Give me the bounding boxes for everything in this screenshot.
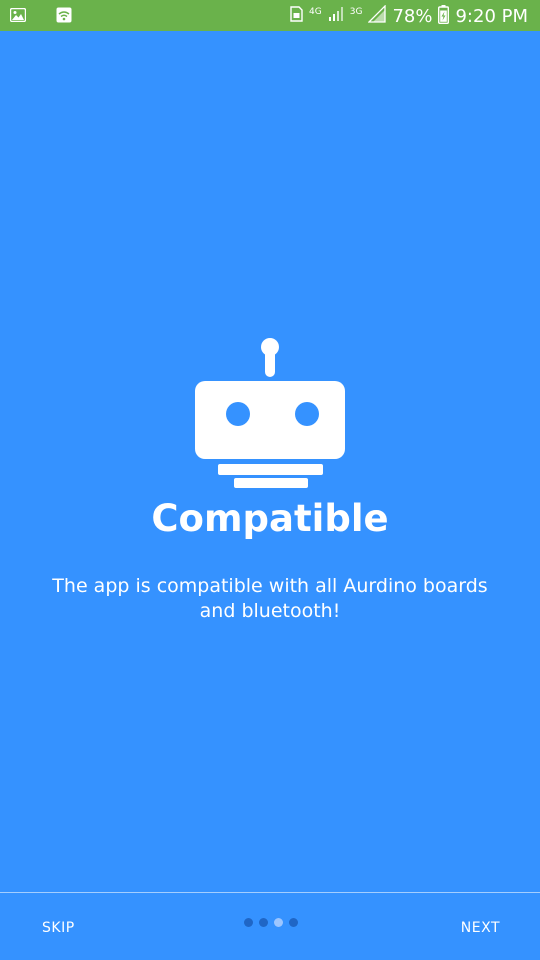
page-dot-2 — [259, 918, 268, 927]
next-button[interactable]: NEXT — [461, 920, 500, 936]
footer-divider — [0, 892, 540, 893]
wifi-hotspot-icon — [56, 7, 72, 27]
page-indicator — [244, 918, 298, 927]
page-title: Compatible — [151, 497, 389, 540]
sim-card-icon — [290, 6, 303, 26]
skip-button[interactable]: SKIP — [42, 920, 75, 936]
page-dot-3 — [274, 918, 283, 927]
status-bar-right: 4G 3G 78% 9:20 PM — [290, 4, 528, 28]
battery-percentage: 78% — [392, 5, 433, 27]
signal-icon-2 — [367, 4, 387, 27]
status-bar: 4G 3G 78% 9:20 PM — [0, 0, 540, 31]
network-3g-label: 3G — [349, 7, 363, 17]
battery-charging-icon — [438, 4, 450, 28]
gallery-icon — [9, 7, 27, 27]
robot-illustration — [0, 335, 540, 497]
page-dot-1 — [244, 918, 253, 927]
network-4g-label: 4G — [309, 7, 322, 17]
robot-icon — [195, 338, 345, 488]
page-dot-4 — [289, 918, 298, 927]
status-bar-left — [9, 7, 72, 27]
status-time: 9:20 PM — [455, 5, 528, 27]
page-description: The app is compatible with all Aurdino b… — [52, 575, 488, 622]
signal-icon-1 — [328, 6, 344, 26]
